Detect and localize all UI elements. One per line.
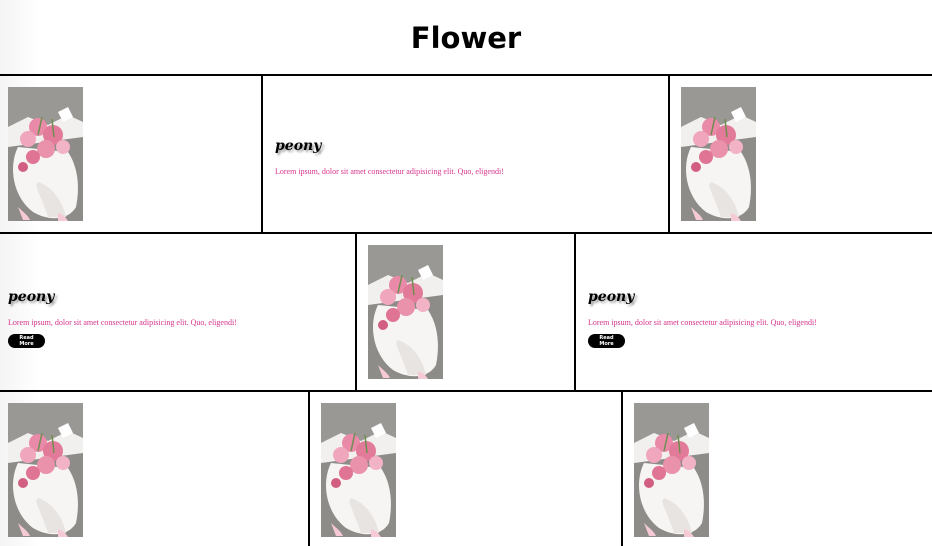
- card-text: Lorem ipsum, dolor sit amet consectetur …: [588, 318, 817, 327]
- row-divider: [0, 390, 932, 392]
- flower-image: [8, 87, 83, 221]
- column-divider: [621, 391, 623, 546]
- flower-image: [681, 87, 756, 221]
- card-heading: peony: [588, 289, 635, 305]
- row-divider: [0, 74, 932, 76]
- flower-image: [321, 403, 396, 537]
- column-divider: [355, 233, 357, 390]
- column-divider: [574, 233, 576, 390]
- flower-image: [634, 403, 709, 537]
- column-divider: [668, 75, 670, 232]
- page-title: Flower: [410, 20, 522, 55]
- card-heading: peony: [8, 289, 55, 305]
- column-divider: [308, 391, 310, 546]
- card-text: Lorem ipsum, dolor sit amet consectetur …: [8, 318, 237, 327]
- flower-image: [368, 245, 443, 379]
- card-heading: peony: [275, 138, 322, 154]
- read-more-button[interactable]: Read More: [588, 334, 625, 348]
- card-text: Lorem ipsum, dolor sit amet consectetur …: [275, 167, 504, 176]
- flower-image: [8, 403, 83, 537]
- column-divider: [261, 75, 263, 232]
- read-more-button[interactable]: Read More: [8, 334, 45, 348]
- row-divider: [0, 232, 932, 234]
